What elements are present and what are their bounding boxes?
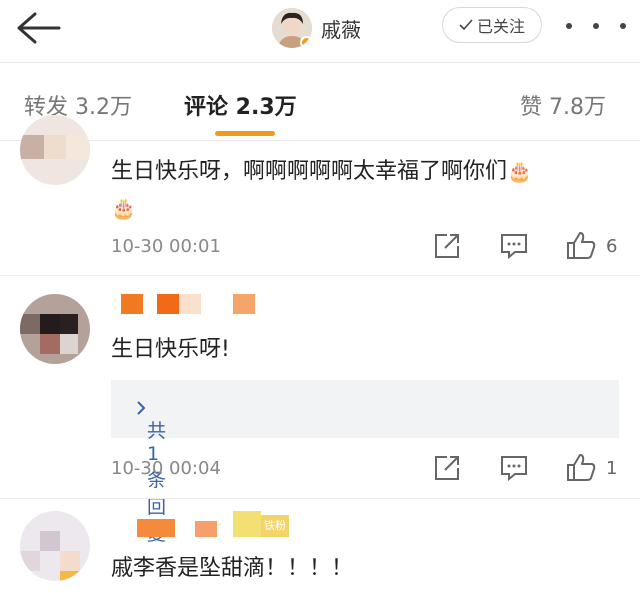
comment-item: 生日快乐呀! 共1条回复 10-30 00:04 1 (0, 276, 640, 545)
check-icon (459, 16, 473, 35)
comment-text: 戚李香是坠甜滴！！！！ (111, 556, 354, 581)
comment-text: 生日快乐呀，啊啊啊啊啊太幸福了啊你们🎂 🎂 (111, 159, 532, 220)
like-count: 1 (606, 458, 618, 479)
comment-item: 铁粉 戚李香是坠甜滴！！！！ (0, 499, 640, 593)
comment-date: 10-30 00:04 (111, 458, 221, 479)
tab-comments[interactable]: 评论 2.3万 (184, 89, 297, 121)
tab-bar: 转发 3.2万 评论 2.3万 赞 7.8万 (0, 63, 640, 141)
comment-icon[interactable] (500, 454, 528, 484)
replies-link[interactable]: 共1条回复 (111, 380, 619, 545)
cake-emoji-icon: 🎂 (111, 196, 136, 220)
like-count: 6 (606, 236, 618, 257)
thumbs-up-icon[interactable] (566, 452, 596, 482)
comment-text: 生日快乐呀! (111, 337, 230, 362)
follow-label: 已关注 (476, 17, 525, 36)
thumbs-up-icon[interactable] (566, 230, 596, 260)
page-title[interactable]: 戚薇 (321, 14, 361, 43)
share-icon[interactable] (433, 232, 461, 262)
active-tab-indicator (215, 131, 275, 136)
tab-likes[interactable]: 赞 7.8万 (520, 89, 606, 121)
follow-button[interactable]: 已关注 (442, 7, 542, 43)
avatar[interactable] (20, 511, 90, 581)
more-dots-icon[interactable] (566, 15, 626, 37)
arrow-left-icon[interactable] (14, 10, 62, 46)
avatar[interactable] (272, 8, 312, 48)
fan-badge: 铁粉 (261, 515, 289, 537)
share-icon[interactable] (433, 454, 461, 484)
comment-item: 生日快乐呀，啊啊啊啊啊太幸福了啊你们🎂 🎂 10-30 00:01 6 (0, 115, 640, 275)
replies-label: 共1条回复 (129, 398, 166, 545)
cake-emoji-icon: 🎂 (507, 159, 532, 183)
comment-icon[interactable] (500, 232, 528, 262)
comment-date: 10-30 00:01 (111, 236, 221, 257)
verified-badge-icon (300, 36, 312, 48)
avatar[interactable] (20, 115, 90, 185)
chevron-right-icon (137, 401, 146, 415)
avatar[interactable] (20, 294, 90, 364)
top-bar: 戚薇 已关注 (0, 0, 640, 62)
